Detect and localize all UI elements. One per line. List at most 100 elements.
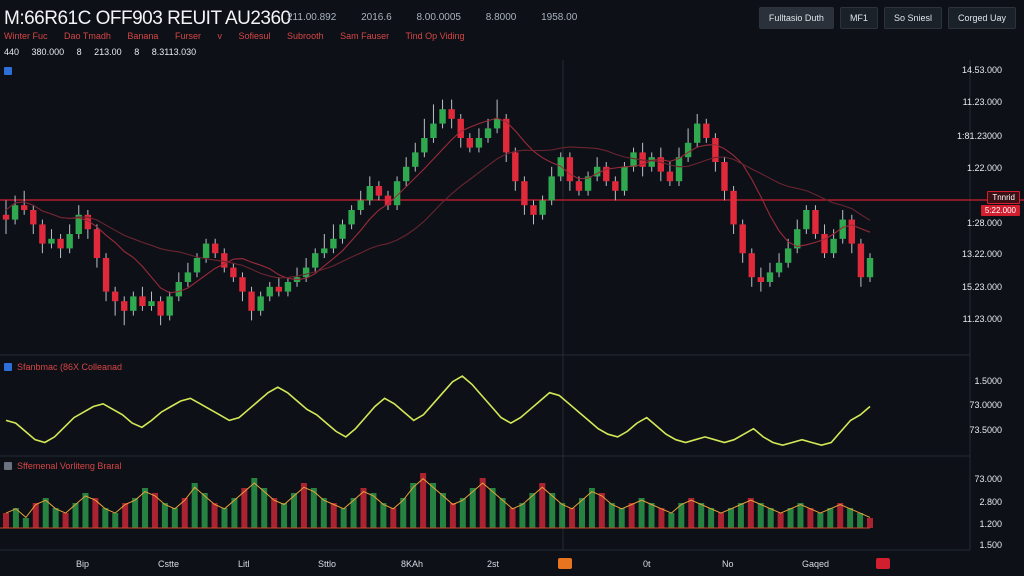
candle-body xyxy=(421,138,428,153)
histogram-bar xyxy=(271,498,278,528)
settings-icon[interactable] xyxy=(4,67,12,75)
candle-body xyxy=(230,267,237,278)
oscillator-line xyxy=(5,375,871,447)
hist-axis-label: 2.800 xyxy=(979,497,1002,507)
candle-body xyxy=(357,200,364,210)
candle-body xyxy=(366,186,373,201)
histogram-bar xyxy=(569,508,576,528)
price-axis-label: 1:81.23000 xyxy=(956,131,1002,141)
candle-body xyxy=(493,118,501,129)
histogram-bar xyxy=(727,508,734,528)
histogram-bar xyxy=(797,503,804,528)
candle-body xyxy=(111,291,119,302)
candle-body xyxy=(202,243,210,258)
main-panel-label xyxy=(4,67,12,75)
price-axis-label: 15.23.000 xyxy=(961,282,1002,292)
histogram-bar xyxy=(817,513,824,528)
candle-body xyxy=(566,157,574,182)
candle-body xyxy=(475,138,483,148)
candle-body xyxy=(193,258,201,273)
osc-axis-label: 1.5000 xyxy=(974,376,1002,386)
time-axis-label: 2st xyxy=(487,559,500,569)
histogram-bar xyxy=(708,508,715,528)
histogram-bar xyxy=(698,503,705,528)
candle-body xyxy=(466,138,474,148)
osc-axis-label: 73.5000 xyxy=(969,425,1002,435)
candle-body xyxy=(757,277,765,282)
candle-body xyxy=(239,277,246,292)
candle-body xyxy=(512,152,519,182)
candle-body xyxy=(457,118,464,138)
price-axis-label: 11.23.000 xyxy=(962,97,1002,107)
price-axis-label: 1:28.000 xyxy=(966,218,1002,228)
price-tag-label: Tnnrid xyxy=(987,191,1020,204)
histogram-title: Sffemenal Vorliteng Braral xyxy=(17,461,122,471)
candle-body xyxy=(866,258,874,278)
time-marker[interactable] xyxy=(558,558,572,569)
chart-canvas[interactable] xyxy=(0,0,1024,576)
candle-body xyxy=(275,286,283,292)
time-axis-label: Sttlo xyxy=(318,559,337,569)
time-axis-label: Bip xyxy=(76,559,90,569)
candle-body xyxy=(48,238,55,244)
histogram-bar xyxy=(161,503,168,528)
hist-axis-label: 73.000 xyxy=(974,474,1002,484)
hist-axis-label: 1.200 xyxy=(979,519,1002,529)
histogram-bar xyxy=(757,503,764,528)
current-time-marker[interactable] xyxy=(876,558,890,569)
candle-body xyxy=(448,109,455,119)
candle-body xyxy=(121,301,128,311)
histogram-bar xyxy=(132,498,139,528)
candle-body xyxy=(148,301,155,306)
candle-body xyxy=(784,248,792,263)
histogram-bar xyxy=(380,503,387,528)
indicator-icon[interactable] xyxy=(4,363,12,371)
candle-body xyxy=(184,272,192,282)
histogram-bar xyxy=(211,503,218,528)
histogram-bar xyxy=(827,508,834,528)
candle-body xyxy=(39,224,46,244)
candle-body xyxy=(30,210,37,225)
histogram-bar xyxy=(867,518,873,528)
osc-axis-label: 73.0000 xyxy=(969,400,1002,410)
histogram-bar xyxy=(281,503,288,528)
candle-body xyxy=(66,234,73,249)
candle-body xyxy=(430,123,437,138)
histogram-series xyxy=(0,473,873,529)
candle-body xyxy=(330,238,337,249)
candle-body xyxy=(684,142,692,158)
histogram-bar xyxy=(171,508,178,528)
candle-body xyxy=(266,286,273,297)
candle-body xyxy=(157,301,164,316)
candle-body xyxy=(257,296,264,311)
histogram-bar xyxy=(420,473,427,528)
histogram-bar xyxy=(320,498,327,528)
candle-body xyxy=(694,123,701,143)
candle-body xyxy=(348,210,355,225)
candle-body xyxy=(2,214,10,220)
candle-body xyxy=(575,181,583,191)
candle-body xyxy=(775,262,783,273)
histogram-bar xyxy=(767,508,774,528)
histogram-bar xyxy=(688,498,695,528)
candle-body xyxy=(539,200,546,215)
histogram-bar xyxy=(330,503,337,528)
candle-body xyxy=(803,210,810,230)
time-axis-label: 8KAh xyxy=(401,559,424,569)
histogram-bar xyxy=(22,518,29,528)
candle-body xyxy=(375,186,383,196)
candle-body xyxy=(130,296,137,311)
histogram-bar xyxy=(777,513,784,528)
histogram-bar xyxy=(658,508,665,528)
price-axis-label: 13.22.000 xyxy=(961,249,1002,259)
oscillator-series xyxy=(5,375,871,447)
candle-body xyxy=(730,190,737,225)
candle-body xyxy=(57,238,64,249)
histogram-bar xyxy=(608,503,615,528)
histogram-bar xyxy=(638,498,645,528)
candle-body xyxy=(666,171,674,182)
indicator-icon[interactable] xyxy=(4,462,12,470)
histogram-bar xyxy=(112,513,119,528)
moving-average-line xyxy=(5,117,871,294)
histogram-bar xyxy=(837,503,844,528)
